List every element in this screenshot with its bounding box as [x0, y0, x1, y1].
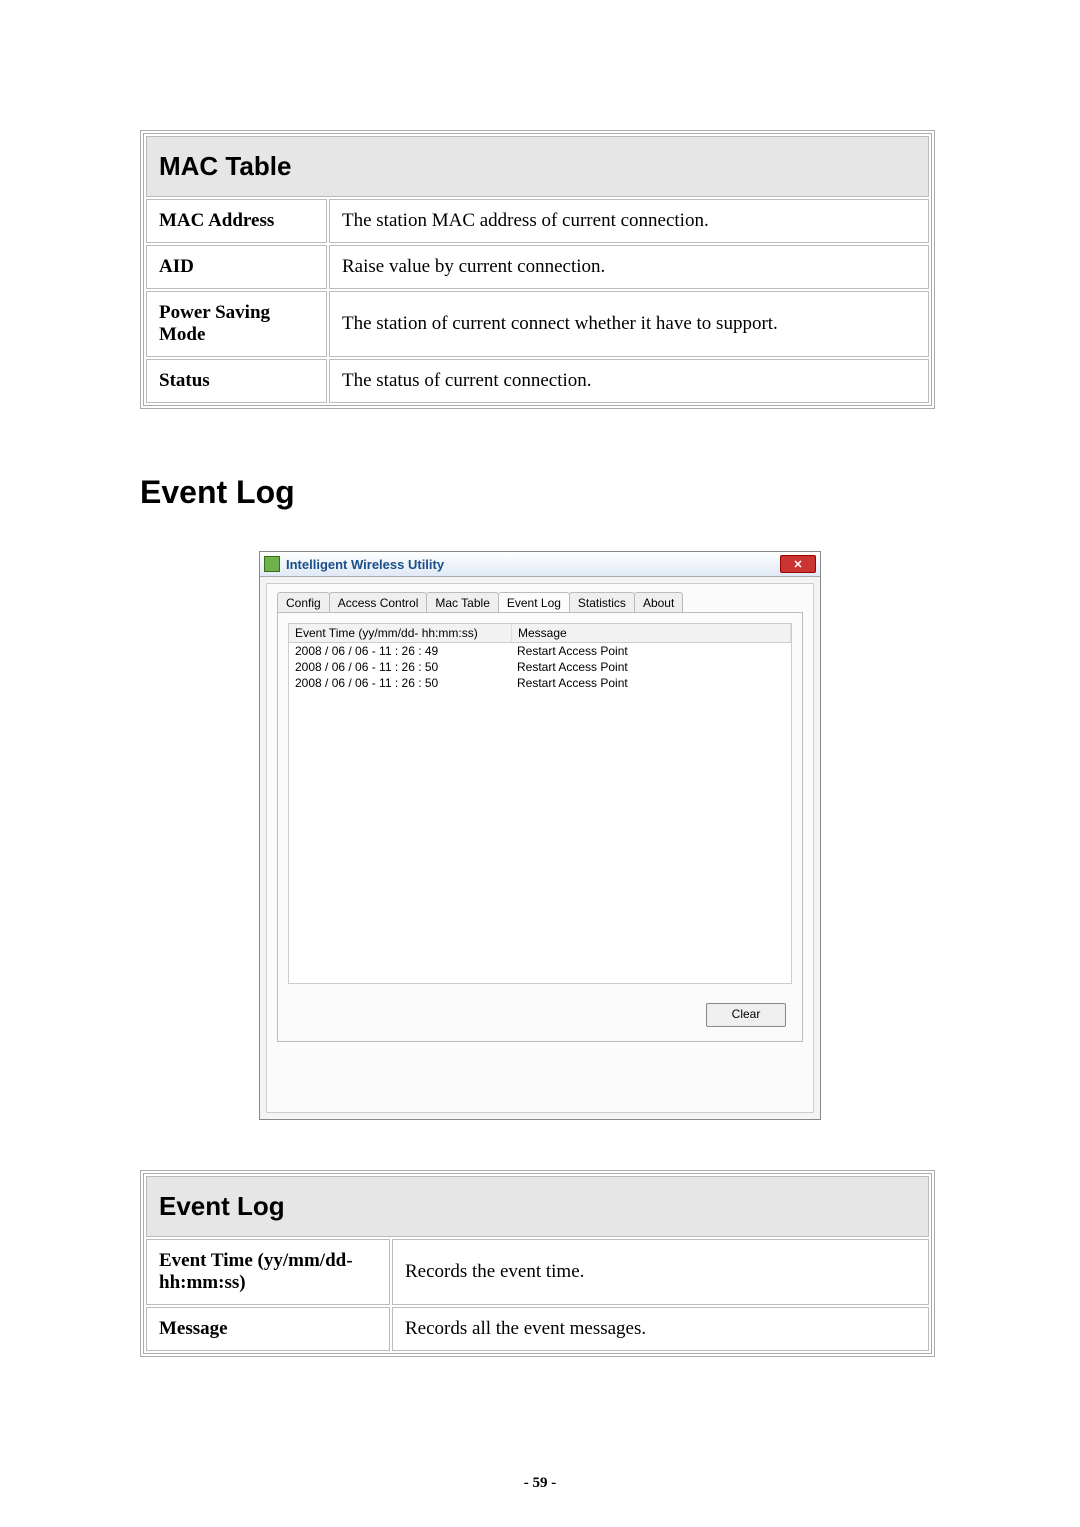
event-log-table: Event Log Event Time (yy/mm/dd-hh:mm:ss)…	[140, 1170, 935, 1357]
table-row: MAC Address The station MAC address of c…	[146, 199, 929, 243]
list-item[interactable]: 2008 / 06 / 06 - 11 : 26 : 49 Restart Ac…	[289, 643, 791, 659]
table-row: Status The status of current connection.	[146, 359, 929, 403]
tab-event-log[interactable]: Event Log	[498, 592, 570, 612]
tab-access-control[interactable]: Access Control	[329, 592, 428, 612]
event-log-panel: Event Time (yy/mm/dd- hh:mm:ss) Message …	[277, 612, 803, 1042]
event-log-table-title: Event Log	[146, 1176, 929, 1237]
event-message: Restart Access Point	[511, 659, 791, 675]
tab-mac-table[interactable]: Mac Table	[426, 592, 498, 612]
clear-button[interactable]: Clear	[706, 1003, 786, 1027]
table-row: AID Raise value by current connection.	[146, 245, 929, 289]
list-header: Event Time (yy/mm/dd- hh:mm:ss) Message	[288, 623, 792, 643]
column-header-time[interactable]: Event Time (yy/mm/dd- hh:mm:ss)	[289, 624, 512, 642]
list-item[interactable]: 2008 / 06 / 06 - 11 : 26 : 50 Restart Ac…	[289, 675, 791, 691]
event-log-label: Event Time (yy/mm/dd-hh:mm:ss)	[146, 1239, 390, 1305]
event-log-label: Message	[146, 1307, 390, 1351]
event-time: 2008 / 06 / 06 - 11 : 26 : 49	[289, 643, 511, 659]
close-icon[interactable]: ✕	[780, 555, 816, 573]
tab-bar: Config Access Control Mac Table Event Lo…	[277, 592, 809, 612]
mac-table-label: MAC Address	[146, 199, 327, 243]
tab-about[interactable]: About	[634, 592, 683, 612]
event-log-desc: Records all the event messages.	[392, 1307, 929, 1351]
table-row: Power Saving Mode The station of current…	[146, 291, 929, 357]
mac-table-desc: The status of current connection.	[329, 359, 929, 403]
mac-table-desc: The station MAC address of current conne…	[329, 199, 929, 243]
event-log-desc: Records the event time.	[392, 1239, 929, 1305]
mac-table: MAC Table MAC Address The station MAC ad…	[140, 130, 935, 409]
title-bar: Intelligent Wireless Utility ✕	[260, 552, 820, 577]
mac-table-label: Status	[146, 359, 327, 403]
event-time: 2008 / 06 / 06 - 11 : 26 : 50	[289, 659, 511, 675]
mac-table-desc: The station of current connect whether i…	[329, 291, 929, 357]
tab-config[interactable]: Config	[277, 592, 330, 612]
app-icon	[264, 556, 280, 572]
event-list[interactable]: 2008 / 06 / 06 - 11 : 26 : 49 Restart Ac…	[288, 643, 792, 984]
column-header-message[interactable]: Message	[512, 624, 791, 642]
table-row: Event Time (yy/mm/dd-hh:mm:ss) Records t…	[146, 1239, 929, 1305]
table-row: Message Records all the event messages.	[146, 1307, 929, 1351]
page-number: - 59 -	[0, 1475, 1080, 1492]
mac-table-desc: Raise value by current connection.	[329, 245, 929, 289]
tab-statistics[interactable]: Statistics	[569, 592, 635, 612]
list-item[interactable]: 2008 / 06 / 06 - 11 : 26 : 50 Restart Ac…	[289, 659, 791, 675]
event-time: 2008 / 06 / 06 - 11 : 26 : 50	[289, 675, 511, 691]
event-message: Restart Access Point	[511, 643, 791, 659]
mac-table-title: MAC Table	[146, 136, 929, 197]
section-heading-event-log: Event Log	[140, 474, 940, 511]
mac-table-label: AID	[146, 245, 327, 289]
utility-window: Intelligent Wireless Utility ✕ Config Ac…	[259, 551, 821, 1120]
mac-table-label: Power Saving Mode	[146, 291, 327, 357]
event-message: Restart Access Point	[511, 675, 791, 691]
window-title: Intelligent Wireless Utility	[286, 557, 780, 572]
